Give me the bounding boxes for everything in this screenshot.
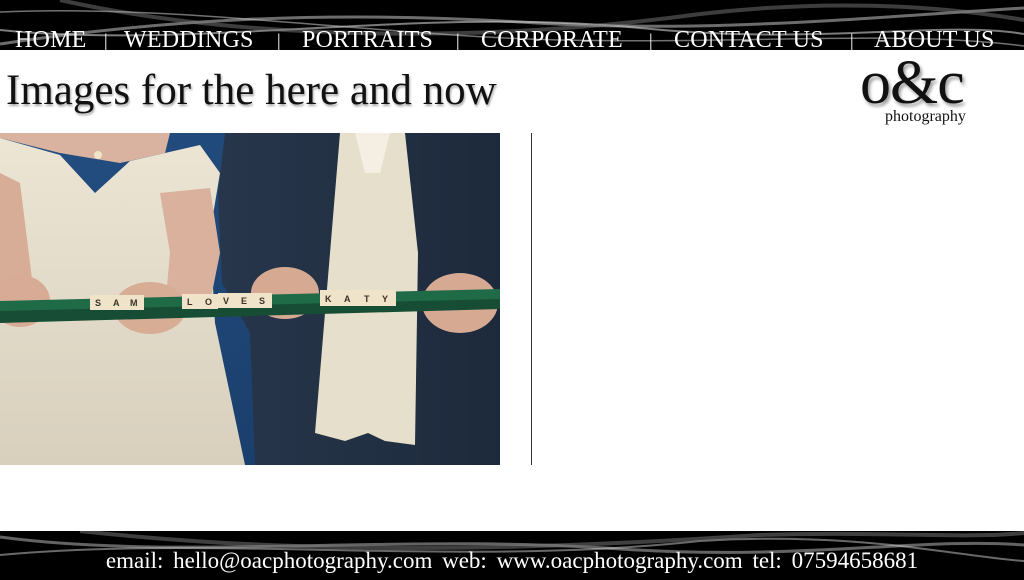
tile-letter: A: [113, 298, 120, 308]
tile-letter: M: [130, 298, 138, 308]
tile-letter: S: [259, 296, 265, 306]
nav-separator: |: [456, 30, 460, 50]
tile-letter: O: [205, 297, 212, 307]
tile-letter: T: [364, 294, 370, 304]
couple-scrabble-image: S A M L O V E S K A T Y: [0, 133, 500, 465]
footer-bar: email: hello@oacphotography.com web: www…: [0, 531, 1024, 580]
email-link[interactable]: hello@oacphotography.com: [173, 548, 432, 573]
nav-home[interactable]: HOME: [15, 26, 86, 50]
web-link[interactable]: www.oacphotography.com: [497, 548, 743, 573]
hero-photo: S A M L O V E S K A T Y: [0, 133, 500, 465]
tile-letter: Y: [382, 294, 388, 304]
nav-separator: |: [649, 30, 653, 50]
nav-contact-us[interactable]: CONTACT US: [674, 26, 824, 50]
nav-about-us[interactable]: ABOUT US: [874, 26, 995, 50]
email-label: email:: [105, 548, 164, 573]
main-nav: HOME | WEDDINGS | PORTRAITS | CORPORATE …: [0, 26, 1024, 50]
tile-letter: K: [325, 294, 332, 304]
footer-contact: email: hello@oacphotography.com web: www…: [0, 547, 1024, 575]
nav-separator: |: [850, 30, 854, 50]
tile-letter: A: [344, 294, 351, 304]
page-headline: Images for the here and now: [6, 67, 497, 114]
tile-letter: V: [223, 296, 229, 306]
tile-letter: L: [187, 297, 193, 307]
web-label: web:: [442, 548, 487, 573]
brand-logo[interactable]: o&c photography: [858, 49, 993, 132]
tel-number: 07594658681: [791, 548, 919, 573]
nav-separator: |: [277, 30, 281, 50]
top-nav-bar: HOME | WEDDINGS | PORTRAITS | CORPORATE …: [0, 0, 1024, 50]
tel-label: tel:: [752, 548, 782, 573]
tile-letter: S: [95, 298, 101, 308]
nav-corporate[interactable]: CORPORATE: [481, 26, 623, 50]
nav-separator: |: [104, 30, 108, 50]
nav-weddings[interactable]: WEDDINGS: [124, 26, 254, 50]
tile-letter: E: [241, 296, 247, 306]
vertical-divider: [531, 133, 532, 465]
logo-subtitle: photography: [885, 108, 966, 125]
nav-portraits[interactable]: PORTRAITS: [302, 26, 433, 50]
